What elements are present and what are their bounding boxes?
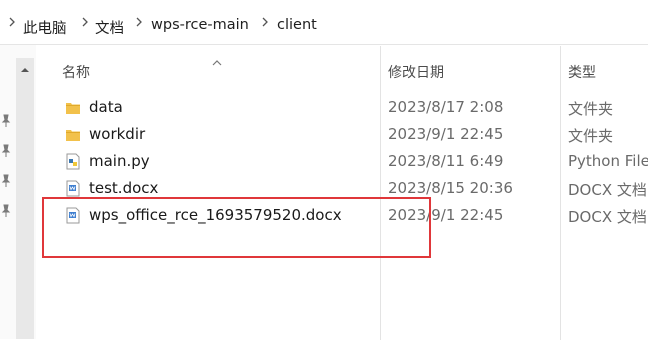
folder-icon — [65, 99, 81, 116]
pin-icon[interactable] — [0, 173, 12, 187]
file-name: data — [89, 98, 123, 116]
column-header-type[interactable]: 类型 — [568, 62, 596, 82]
file-date: 2023/8/15 20:36 — [388, 179, 513, 197]
column-header-name[interactable]: 名称 — [62, 62, 90, 82]
chevron-right-icon[interactable] — [134, 15, 144, 29]
address-bar[interactable]: 此电脑 文档 wps-rce-main client — [0, 0, 648, 45]
file-type: 文件夹 — [568, 127, 614, 145]
chevron-right-icon[interactable] — [7, 15, 17, 29]
chevron-right-icon[interactable] — [80, 15, 90, 29]
breadcrumb-item-client[interactable]: client — [277, 17, 317, 33]
docx-file-icon — [65, 180, 81, 197]
pin-icon[interactable] — [0, 143, 12, 157]
scroll-up-arrow-icon[interactable] — [20, 60, 30, 72]
file-row-workdir[interactable]: workdir 2023/9/1 22:45 文件夹 — [48, 122, 648, 148]
column-header-date-modified[interactable]: 修改日期 — [388, 62, 444, 82]
file-date: 2023/8/17 2:08 — [388, 98, 504, 116]
file-type: 文件夹 — [568, 100, 614, 118]
breadcrumb-item-this-pc[interactable]: 此电脑 — [23, 17, 67, 38]
pin-icon[interactable] — [0, 203, 12, 217]
breadcrumb-item-wps-rce-main[interactable]: wps-rce-main — [151, 17, 249, 33]
file-type: DOCX 文档 — [568, 181, 647, 199]
file-row-data[interactable]: data 2023/8/17 2:08 文件夹 — [48, 95, 648, 121]
file-row-main-py[interactable]: main.py 2023/8/11 6:49 Python File — [48, 149, 648, 175]
file-name: main.py — [89, 152, 150, 170]
file-name: test.docx — [89, 179, 159, 197]
file-type: DOCX 文档 — [568, 208, 647, 226]
file-date: 2023/9/1 22:45 — [388, 125, 504, 143]
breadcrumb-item-documents[interactable]: 文档 — [95, 17, 124, 38]
folder-icon — [65, 126, 81, 143]
sort-ascending-icon — [212, 52, 222, 66]
highlight-annotation-box — [42, 197, 431, 258]
nav-scrollbar[interactable] — [16, 58, 34, 339]
file-date: 2023/8/11 6:49 — [388, 152, 504, 170]
pin-icon[interactable] — [0, 113, 12, 127]
chevron-right-icon[interactable] — [260, 15, 270, 29]
file-type: Python File — [568, 152, 648, 170]
python-file-icon — [65, 153, 81, 170]
file-name: workdir — [89, 125, 146, 143]
